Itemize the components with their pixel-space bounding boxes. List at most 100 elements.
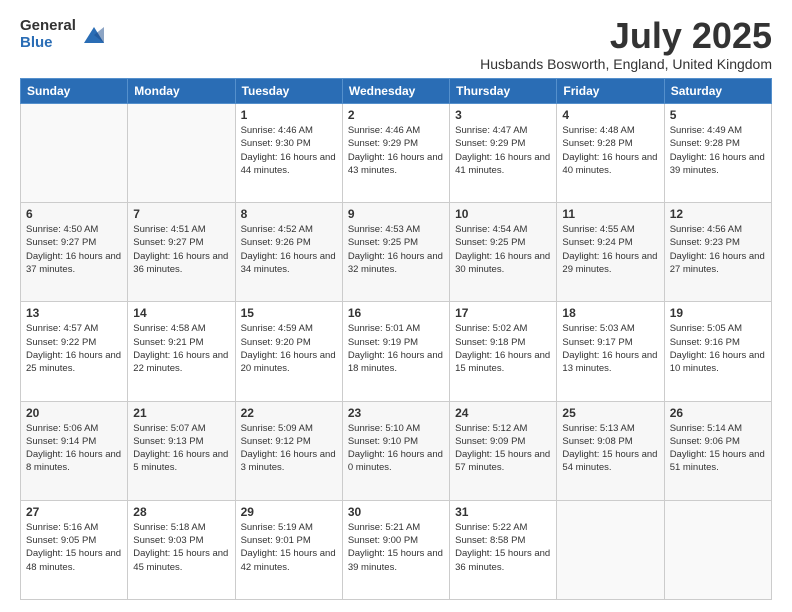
calendar-cell: 30 Sunrise: 5:21 AM Sunset: 9:00 PM Dayli… [342,500,449,599]
day-number: 13 [26,306,122,320]
calendar-cell: 9Sunrise: 4:53 AM Sunset: 9:25 PM Daylig… [342,203,449,302]
day-info: Sunrise: 4:49 AM Sunset: 9:28 PM Dayligh… [670,124,766,177]
calendar-cell: 28Sunrise: 5:18 AM Sunset: 9:03 PM Dayli… [128,500,235,599]
calendar-cell: 6 Sunrise: 4:50 AM Sunset: 9:27 PM Daylig… [21,203,128,302]
calendar-cell: 27 Sunrise: 5:16 AM Sunset: 9:05 PM Dayli… [21,500,128,599]
day-of-week-header: Saturday [664,79,771,104]
day-info: Sunrise: 5:21 AM Sunset: 9:00 PM Dayligh… [348,521,444,574]
day-of-week-header: Sunday [21,79,128,104]
day-info: Sunrise: 4:47 AM Sunset: 9:29 PM Dayligh… [455,124,551,177]
day-number: 6 [26,207,122,221]
day-number: 31 [455,505,551,519]
calendar-cell: 19 Sunrise: 5:05 AM Sunset: 9:16 PM Dayli… [664,302,771,401]
day-number: 1 [241,108,337,122]
logo-general: General [20,18,76,35]
day-number: 8 [241,207,337,221]
calendar-cell: 13 Sunrise: 4:57 AM Sunset: 9:22 PM Dayli… [21,302,128,401]
page: General Blue July 2025 Husbands Bosworth… [0,0,792,612]
calendar-cell: 26 Sunrise: 5:14 AM Sunset: 9:06 PM Dayli… [664,401,771,500]
logo-blue: Blue [20,35,76,52]
calendar-cell: 16 Sunrise: 5:01 AM Sunset: 9:19 PM Dayli… [342,302,449,401]
logo-icon [80,21,108,49]
day-of-week-header: Thursday [450,79,557,104]
day-number: 9 [348,207,444,221]
day-number: 22 [241,406,337,420]
day-info: Sunrise: 5:13 AM Sunset: 9:08 PM Dayligh… [562,422,658,475]
calendar-cell: 25 Sunrise: 5:13 AM Sunset: 9:08 PM Dayli… [557,401,664,500]
calendar-cell: 11 Sunrise: 4:55 AM Sunset: 9:24 PM Dayli… [557,203,664,302]
calendar-week-row: 1Sunrise: 4:46 AM Sunset: 9:30 PM Daylig… [21,104,772,203]
calendar-cell: 3 Sunrise: 4:47 AM Sunset: 9:29 PM Daylig… [450,104,557,203]
day-number: 11 [562,207,658,221]
day-info: Sunrise: 5:03 AM Sunset: 9:17 PM Dayligh… [562,322,658,375]
calendar-header-row: SundayMondayTuesdayWednesdayThursdayFrid… [21,79,772,104]
calendar-cell: 5 Sunrise: 4:49 AM Sunset: 9:28 PM Daylig… [664,104,771,203]
calendar-cell: 15Sunrise: 4:59 AM Sunset: 9:20 PM Dayli… [235,302,342,401]
calendar-cell: 17 Sunrise: 5:02 AM Sunset: 9:18 PM Dayli… [450,302,557,401]
day-number: 27 [26,505,122,519]
calendar-cell: 29Sunrise: 5:19 AM Sunset: 9:01 PM Dayli… [235,500,342,599]
day-number: 28 [133,505,229,519]
calendar-cell: 12Sunrise: 4:56 AM Sunset: 9:23 PM Dayli… [664,203,771,302]
logo-text: General Blue [20,18,76,51]
day-number: 2 [348,108,444,122]
day-number: 26 [670,406,766,420]
calendar-table: SundayMondayTuesdayWednesdayThursdayFrid… [20,78,772,600]
day-info: Sunrise: 4:52 AM Sunset: 9:26 PM Dayligh… [241,223,337,276]
day-of-week-header: Monday [128,79,235,104]
calendar-cell [21,104,128,203]
calendar-week-row: 13 Sunrise: 4:57 AM Sunset: 9:22 PM Dayli… [21,302,772,401]
title-block: July 2025 Husbands Bosworth, England, Un… [480,18,772,72]
calendar-cell [128,104,235,203]
day-number: 25 [562,406,658,420]
day-number: 16 [348,306,444,320]
calendar-cell: 10 Sunrise: 4:54 AM Sunset: 9:25 PM Dayli… [450,203,557,302]
day-number: 3 [455,108,551,122]
day-info: Sunrise: 5:05 AM Sunset: 9:16 PM Dayligh… [670,322,766,375]
calendar-cell: 22 Sunrise: 5:09 AM Sunset: 9:12 PM Dayli… [235,401,342,500]
calendar-week-row: 6 Sunrise: 4:50 AM Sunset: 9:27 PM Daylig… [21,203,772,302]
day-info: Sunrise: 4:58 AM Sunset: 9:21 PM Dayligh… [133,322,229,375]
day-info: Sunrise: 5:16 AM Sunset: 9:05 PM Dayligh… [26,521,122,574]
calendar-cell: 4Sunrise: 4:48 AM Sunset: 9:28 PM Daylig… [557,104,664,203]
location: Husbands Bosworth, England, United Kingd… [480,56,772,72]
calendar-cell: 24Sunrise: 5:12 AM Sunset: 9:09 PM Dayli… [450,401,557,500]
day-info: Sunrise: 5:14 AM Sunset: 9:06 PM Dayligh… [670,422,766,475]
calendar-cell: 20Sunrise: 5:06 AM Sunset: 9:14 PM Dayli… [21,401,128,500]
calendar-body: 1Sunrise: 4:46 AM Sunset: 9:30 PM Daylig… [21,104,772,600]
calendar-week-row: 20Sunrise: 5:06 AM Sunset: 9:14 PM Dayli… [21,401,772,500]
calendar-cell: 18 Sunrise: 5:03 AM Sunset: 9:17 PM Dayli… [557,302,664,401]
day-number: 10 [455,207,551,221]
day-of-week-header: Friday [557,79,664,104]
calendar-cell: 21Sunrise: 5:07 AM Sunset: 9:13 PM Dayli… [128,401,235,500]
calendar-cell: 14 Sunrise: 4:58 AM Sunset: 9:21 PM Dayli… [128,302,235,401]
day-number: 14 [133,306,229,320]
day-info: Sunrise: 4:50 AM Sunset: 9:27 PM Dayligh… [26,223,122,276]
calendar-cell [557,500,664,599]
day-info: Sunrise: 4:54 AM Sunset: 9:25 PM Dayligh… [455,223,551,276]
day-info: Sunrise: 5:01 AM Sunset: 9:19 PM Dayligh… [348,322,444,375]
day-number: 21 [133,406,229,420]
calendar-cell: 31Sunrise: 5:22 AM Sunset: 8:58 PM Dayli… [450,500,557,599]
day-info: Sunrise: 4:51 AM Sunset: 9:27 PM Dayligh… [133,223,229,276]
day-number: 17 [455,306,551,320]
day-info: Sunrise: 5:12 AM Sunset: 9:09 PM Dayligh… [455,422,551,475]
calendar-cell [664,500,771,599]
calendar-cell: 8 Sunrise: 4:52 AM Sunset: 9:26 PM Daylig… [235,203,342,302]
day-number: 7 [133,207,229,221]
day-number: 18 [562,306,658,320]
day-info: Sunrise: 4:48 AM Sunset: 9:28 PM Dayligh… [562,124,658,177]
day-info: Sunrise: 4:55 AM Sunset: 9:24 PM Dayligh… [562,223,658,276]
day-info: Sunrise: 4:59 AM Sunset: 9:20 PM Dayligh… [241,322,337,375]
day-info: Sunrise: 5:09 AM Sunset: 9:12 PM Dayligh… [241,422,337,475]
calendar-cell: 23Sunrise: 5:10 AM Sunset: 9:10 PM Dayli… [342,401,449,500]
day-number: 30 [348,505,444,519]
logo: General Blue [20,18,108,51]
calendar-cell: 2Sunrise: 4:46 AM Sunset: 9:29 PM Daylig… [342,104,449,203]
day-number: 19 [670,306,766,320]
day-info: Sunrise: 4:57 AM Sunset: 9:22 PM Dayligh… [26,322,122,375]
day-number: 12 [670,207,766,221]
day-info: Sunrise: 5:06 AM Sunset: 9:14 PM Dayligh… [26,422,122,475]
day-info: Sunrise: 5:02 AM Sunset: 9:18 PM Dayligh… [455,322,551,375]
day-number: 5 [670,108,766,122]
